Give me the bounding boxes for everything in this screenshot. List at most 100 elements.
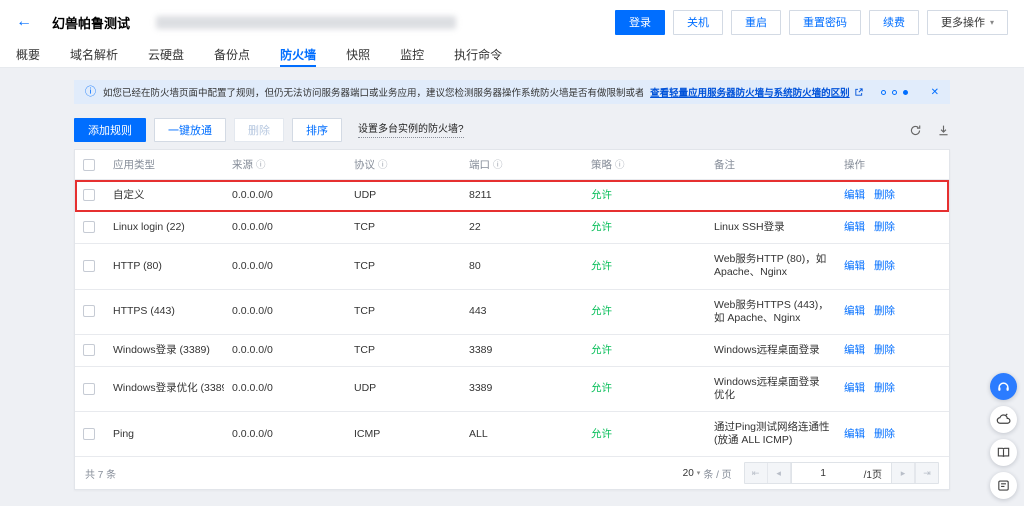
cell-policy: 允许: [583, 289, 706, 334]
instance-action-button[interactable]: 续费: [869, 10, 919, 35]
banner-link[interactable]: 查看轻量应用服务器防火墙与系统防火墙的区别: [650, 85, 850, 99]
cell-source: 0.0.0.0/0: [224, 366, 346, 411]
edit-link[interactable]: 编辑: [844, 189, 865, 201]
delete-link[interactable]: 删除: [874, 189, 895, 201]
support-headset-icon[interactable]: [990, 373, 1017, 400]
instance-action-button[interactable]: 登录: [615, 10, 665, 35]
toolbar-icons: [909, 124, 950, 137]
carousel-dot-3-active[interactable]: [903, 90, 908, 95]
carousel-dot-1[interactable]: [881, 90, 886, 95]
next-page-icon[interactable]: ▸: [892, 463, 915, 483]
cell-remark: Linux SSH登录: [706, 212, 836, 244]
cell-operations: 编辑删除: [836, 366, 949, 411]
column-info-icon[interactable]: ⓘ: [256, 160, 266, 171]
download-icon[interactable]: [937, 124, 950, 137]
tab-item[interactable]: 域名解析: [70, 44, 118, 67]
close-icon[interactable]: ✕: [931, 87, 939, 98]
survey-list-icon[interactable]: [990, 472, 1017, 499]
column-info-icon[interactable]: ⓘ: [615, 160, 625, 171]
column-info-icon[interactable]: ⓘ: [378, 160, 388, 171]
cell-protocol: TCP: [346, 289, 461, 334]
cell-source: 0.0.0.0/0: [224, 289, 346, 334]
refresh-icon[interactable]: [909, 124, 922, 137]
row-checkbox[interactable]: [83, 383, 95, 395]
page-number-input[interactable]: [791, 463, 855, 483]
delete-link[interactable]: 删除: [874, 305, 895, 317]
edit-link[interactable]: 编辑: [844, 221, 865, 233]
cell-source: 0.0.0.0/0: [224, 180, 346, 212]
table-row: Windows登录优化 (3389) 0.0.0.0/0 UDP 3389 允许…: [75, 366, 949, 411]
cell-protocol: ICMP: [346, 412, 461, 457]
cell-app-type: Ping: [105, 412, 224, 457]
cell-operations: 编辑删除: [836, 334, 949, 366]
instance-info-redacted: [156, 16, 456, 29]
table-row: HTTP (80) 0.0.0.0/0 TCP 80 允许 Web服务HTTP …: [75, 244, 949, 289]
row-checkbox[interactable]: [83, 428, 95, 440]
banner-text: 如您已经在防火墙页面中配置了规则，但仍无法访问服务器端口或业务应用，建议您检测服…: [103, 85, 643, 99]
tab-item[interactable]: 概要: [16, 44, 40, 67]
select-all-checkbox[interactable]: [83, 159, 95, 171]
cell-port: 8211: [461, 180, 583, 212]
delete-link[interactable]: 删除: [874, 344, 895, 356]
row-checkbox[interactable]: [83, 344, 95, 356]
cell-port: 3389: [461, 366, 583, 411]
external-link-icon[interactable]: [854, 87, 864, 97]
cell-operations: 编辑删除: [836, 412, 949, 457]
column-header: 备注: [706, 150, 836, 180]
delete-link[interactable]: 删除: [874, 428, 895, 440]
cloud-feedback-icon[interactable]: [990, 406, 1017, 433]
instance-action-button[interactable]: 关机: [673, 10, 723, 35]
page-size-select[interactable]: 20: [683, 468, 694, 479]
banner-carousel-dots: [871, 90, 908, 95]
row-checkbox[interactable]: [83, 260, 95, 272]
more-actions-button[interactable]: 更多操作 ▾: [927, 10, 1008, 35]
add-rule-button[interactable]: 添加规则: [74, 118, 146, 142]
tab-item[interactable]: 防火墙: [280, 44, 316, 67]
column-info-icon[interactable]: ⓘ: [493, 160, 503, 171]
docs-book-icon[interactable]: [990, 439, 1017, 466]
tab-item[interactable]: 快照: [346, 44, 370, 67]
multi-instance-firewall-help[interactable]: 设置多台实例的防火墙?: [358, 122, 464, 138]
delete-link[interactable]: 删除: [874, 260, 895, 272]
edit-link[interactable]: 编辑: [844, 260, 865, 272]
tab-item[interactable]: 云硬盘: [148, 44, 184, 67]
column-header-label: 操作: [844, 159, 865, 171]
tab-item[interactable]: 执行命令: [454, 44, 502, 67]
tab-item[interactable]: 备份点: [214, 44, 250, 67]
cell-policy: 允许: [583, 334, 706, 366]
prev-page-icon[interactable]: ◂: [768, 463, 791, 483]
row-checkbox[interactable]: [83, 189, 95, 201]
delete-button[interactable]: 删除: [234, 118, 284, 142]
cell-app-type: 自定义: [105, 180, 224, 212]
instance-action-button[interactable]: 重置密码: [789, 10, 861, 35]
cell-source: 0.0.0.0/0: [224, 244, 346, 289]
edit-link[interactable]: 编辑: [844, 344, 865, 356]
edit-link[interactable]: 编辑: [844, 305, 865, 317]
column-header: 应用类型: [105, 150, 224, 180]
cell-policy: 允许: [583, 212, 706, 244]
cell-source: 0.0.0.0/0: [224, 334, 346, 366]
page-size-unit: 条 / 页: [703, 466, 731, 481]
back-arrow-icon[interactable]: ←: [16, 14, 32, 30]
carousel-dot-2[interactable]: [892, 90, 897, 95]
delete-link[interactable]: 删除: [874, 382, 895, 394]
edit-link[interactable]: 编辑: [844, 428, 865, 440]
delete-link[interactable]: 删除: [874, 221, 895, 233]
row-checkbox[interactable]: [83, 305, 95, 317]
cell-protocol: TCP: [346, 334, 461, 366]
page-total-label: /1页: [855, 463, 892, 483]
open-all-button[interactable]: 一键放通: [154, 118, 226, 142]
column-header: 来源ⓘ: [224, 150, 346, 180]
row-checkbox[interactable]: [83, 221, 95, 233]
edit-link[interactable]: 编辑: [844, 382, 865, 394]
cell-remark: [706, 180, 836, 212]
cell-protocol: UDP: [346, 180, 461, 212]
table-body: 自定义 0.0.0.0/0 UDP 8211 允许 编辑删除 Linux log…: [75, 180, 949, 457]
column-header-label: 协议: [354, 159, 375, 171]
tab-item[interactable]: 监控: [400, 44, 424, 67]
sort-button[interactable]: 排序: [292, 118, 342, 142]
instance-action-button[interactable]: 重启: [731, 10, 781, 35]
first-page-icon[interactable]: ⇤: [745, 463, 768, 483]
cell-port: 3389: [461, 334, 583, 366]
last-page-icon[interactable]: ⇥: [915, 463, 938, 483]
